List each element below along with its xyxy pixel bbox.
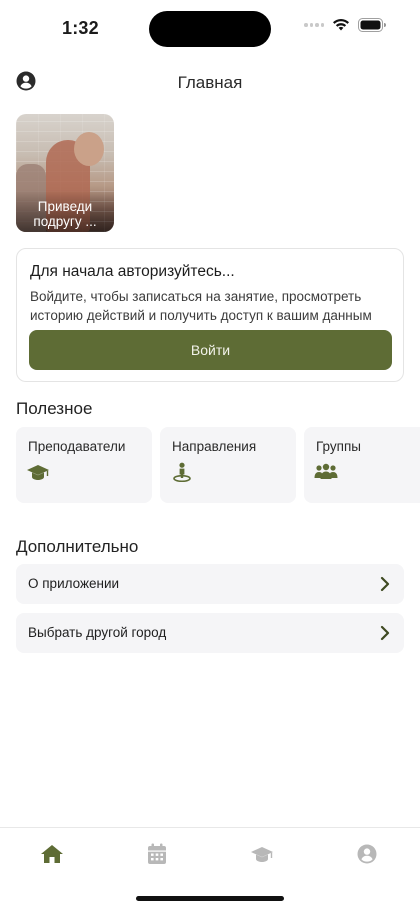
story-label: Приведи подругу ...	[33, 199, 97, 229]
users-icon	[314, 463, 338, 479]
row-label: Выбрать другой город	[28, 625, 167, 640]
tab-schedule[interactable]	[139, 840, 175, 868]
useful-tiles: Преподаватели Направления Группы	[16, 427, 420, 503]
row-label: О приложении	[28, 576, 120, 591]
tab-profile[interactable]	[349, 840, 385, 868]
row-choose-city[interactable]: Выбрать другой город	[16, 613, 404, 653]
home-indicator[interactable]	[136, 896, 284, 901]
cellular-signal-icon	[304, 23, 324, 27]
story-card[interactable]: Приведи подругу ...	[16, 114, 114, 232]
calendar-icon	[148, 843, 166, 864]
battery-icon	[358, 18, 386, 32]
tile-teachers[interactable]: Преподаватели	[16, 427, 152, 503]
person-circle-icon	[357, 844, 377, 864]
login-button[interactable]: Войти	[29, 330, 392, 370]
auth-description: Войдите, чтобы записаться на занятие, пр…	[30, 289, 372, 323]
home-icon	[41, 845, 63, 863]
section-title-useful: Полезное	[16, 399, 93, 418]
status-icons	[304, 18, 386, 32]
auth-card: Для начала авторизуйтесь... Войдите, что…	[16, 248, 404, 382]
person-pin-icon	[173, 462, 191, 482]
tab-teachers[interactable]	[244, 840, 280, 868]
dynamic-island	[149, 11, 271, 47]
tile-directions[interactable]: Направления	[160, 427, 296, 503]
tile-groups[interactable]: Группы	[304, 427, 420, 503]
tile-label: Преподаватели	[28, 439, 126, 454]
page-title: Главная	[177, 73, 243, 92]
wifi-icon	[333, 19, 349, 31]
tile-label: Группы	[316, 439, 361, 454]
header: Главная	[0, 66, 420, 98]
auth-title: Для начала авторизуйтесь...	[30, 263, 235, 280]
chevron-right-icon	[380, 625, 390, 641]
status-bar: 1:32	[0, 0, 420, 58]
section-title-extra: Дополнительно	[16, 537, 139, 556]
row-about-app[interactable]: О приложении	[16, 564, 404, 604]
graduation-cap-icon	[251, 847, 273, 862]
tab-home[interactable]	[34, 840, 70, 868]
graduation-cap-icon	[27, 465, 49, 480]
story-photo-figure	[74, 132, 104, 166]
chevron-right-icon	[380, 576, 390, 592]
status-time: 1:32	[62, 18, 99, 38]
tile-label: Направления	[172, 439, 257, 454]
